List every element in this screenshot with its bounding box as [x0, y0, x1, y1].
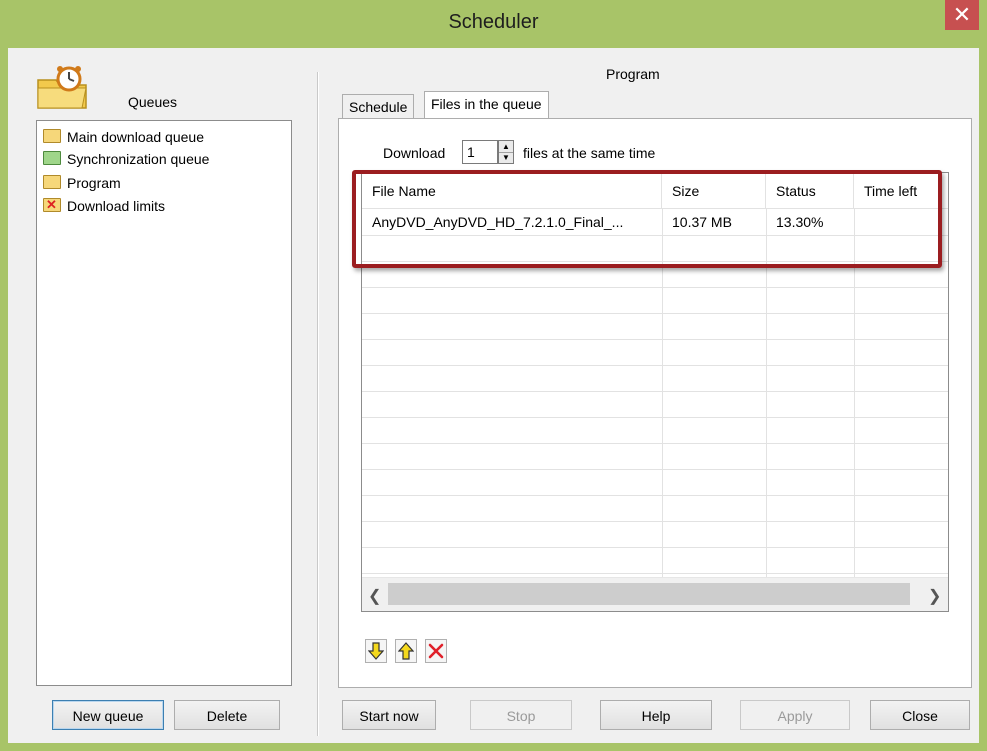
queue-item-program[interactable]: Program [43, 173, 121, 193]
row-line [362, 287, 948, 288]
row-line [362, 365, 948, 366]
delete-icon [428, 643, 444, 659]
selected-queue-title: Program [606, 66, 660, 82]
folder-blocked-icon [43, 195, 61, 215]
move-up-icon [397, 642, 415, 660]
simultaneous-downloads-input[interactable]: 1 [462, 140, 498, 164]
row-line [362, 391, 948, 392]
queue-item-label: Program [67, 175, 121, 191]
green-folder-icon [43, 151, 61, 165]
row-line [362, 573, 948, 574]
queue-item-synchronization[interactable]: Synchronization queue [43, 149, 209, 169]
move-up-button[interactable] [395, 639, 417, 663]
highlight-annotation-box [352, 170, 942, 268]
tab-files-in-queue[interactable]: Files in the queue [424, 91, 549, 118]
stop-button[interactable]: Stop [470, 700, 572, 730]
row-line [362, 339, 948, 340]
scroll-thumb[interactable] [388, 583, 910, 605]
row-line [362, 521, 948, 522]
download-suffix-label: files at the same time [523, 145, 656, 161]
start-now-button[interactable]: Start now [342, 700, 436, 730]
scroll-right-icon[interactable]: ❯ [928, 586, 941, 606]
move-down-icon [367, 642, 385, 660]
row-line [362, 495, 948, 496]
queue-item-label: Main download queue [67, 129, 204, 145]
title-bar: Scheduler ✕ [0, 0, 987, 48]
window-close-button[interactable]: ✕ [945, 0, 979, 30]
alarm-clock-folder-icon [37, 66, 87, 109]
scheduler-window: Scheduler ✕ Queues Main download queue S… [0, 0, 987, 751]
tab-schedule[interactable]: Schedule [342, 94, 415, 118]
scroll-left-icon[interactable]: ❮ [368, 586, 381, 606]
queue-item-download-limits[interactable]: Download limits [43, 195, 166, 216]
close-button[interactable]: Close [870, 700, 970, 730]
row-line [362, 417, 948, 418]
row-line [362, 313, 948, 314]
queues-label: Queues [128, 94, 178, 110]
folder-icon [43, 129, 61, 143]
new-queue-button[interactable]: New queue [52, 700, 164, 730]
queue-item-label: Download limits [67, 198, 166, 214]
apply-button[interactable]: Apply [740, 700, 850, 730]
queue-list[interactable]: Main download queue Synchronization queu… [36, 120, 292, 686]
queue-item-main-download[interactable]: Main download queue [43, 127, 204, 147]
folder-icon [43, 175, 61, 189]
row-line [362, 443, 948, 444]
delete-queue-button[interactable]: Delete [174, 700, 280, 730]
remove-file-button[interactable] [425, 639, 447, 663]
simultaneous-downloads-spinner[interactable]: ▲ ▼ [498, 140, 514, 164]
window-title: Scheduler [448, 11, 539, 33]
queue-item-label: Synchronization queue [67, 151, 210, 167]
panel-divider [317, 72, 318, 736]
spinner-down-icon[interactable]: ▼ [499, 152, 513, 163]
dialog-client-area: Queues Main download queue Synchronizati… [8, 48, 979, 743]
download-label: Download [383, 145, 446, 161]
row-line [362, 547, 948, 548]
help-button[interactable]: Help [600, 700, 712, 730]
move-down-button[interactable] [365, 639, 387, 663]
row-line [362, 469, 948, 470]
horizontal-scrollbar[interactable]: ❮ ❯ [362, 577, 948, 611]
